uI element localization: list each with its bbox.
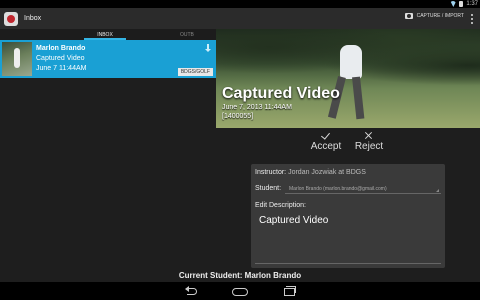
current-student-label: Current Student: Marlon Brando	[178, 271, 302, 280]
list-item-date: June 7 11:44AM	[36, 65, 87, 72]
recents-icon[interactable]	[282, 286, 296, 296]
action-bar: Inbox CAPTURE / IMPORT	[0, 8, 480, 29]
list-item-title: Captured Video	[36, 55, 85, 62]
close-icon	[364, 131, 374, 140]
status-bar: 1:37	[0, 0, 480, 8]
tab-inbox[interactable]: INBOX	[70, 29, 140, 40]
tab-outbox[interactable]: OUTB	[180, 29, 220, 40]
student-select-value: Marlon Brando (marlon.brando@gmail.com)	[289, 185, 387, 192]
student-select[interactable]: Marlon Brando (marlon.brando@gmail.com)	[285, 184, 441, 194]
app-logo-icon[interactable]	[4, 11, 18, 26]
golfer-figure	[327, 35, 368, 125]
check-icon	[321, 131, 331, 139]
video-date: June 7, 2013 11:44AM	[222, 104, 292, 111]
reject-button[interactable]: Reject	[350, 131, 388, 152]
accept-button[interactable]: Accept	[306, 131, 346, 152]
capture-import-label: CAPTURE / IMPORT	[416, 13, 464, 19]
accept-label: Accept	[310, 141, 342, 152]
capture-import-button[interactable]: CAPTURE / IMPORT	[404, 13, 464, 19]
edit-description-label: Edit Description:	[255, 202, 306, 209]
camera-icon	[404, 13, 413, 19]
home-icon[interactable]	[232, 286, 248, 296]
status-time: 1:37	[466, 1, 478, 7]
description-input[interactable]: Captured Video	[255, 212, 441, 264]
navigation-bar	[0, 282, 480, 300]
instructor-label: Instructor:	[255, 169, 287, 176]
video-thumbnail	[2, 42, 32, 76]
inbox-list-item[interactable]: Marlon Brando Captured Video June 7 11:4…	[0, 40, 216, 78]
video-preview[interactable]: Captured Video June 7, 2013 11:44AM [140…	[216, 29, 480, 128]
page-title: Inbox	[24, 15, 42, 22]
video-id: [1400055]	[222, 113, 254, 120]
back-icon[interactable]	[185, 286, 199, 296]
overflow-menu-icon[interactable]	[471, 14, 473, 24]
instructor-value: Jordan Jozwiak at BDGS	[288, 169, 366, 176]
description-value: Captured Video	[259, 215, 329, 226]
screen: 1:37 Inbox CAPTURE / IMPORT INBOX OUTB M…	[0, 0, 480, 300]
details-panel: Instructor: Jordan Jozwiak at BDGS Stude…	[251, 164, 445, 268]
status-icons: 1:37	[450, 0, 478, 8]
student-label: Student:	[255, 185, 282, 192]
tab-bar: INBOX OUTB	[0, 29, 216, 40]
battery-icon	[459, 1, 464, 7]
download-icon	[205, 44, 211, 52]
video-title: Captured Video	[222, 85, 340, 102]
reject-label: Reject	[354, 141, 384, 152]
instructor-row: Instructor: Jordan Jozwiak at BDGS	[255, 169, 366, 176]
list-item-student: Marlon Brando	[36, 45, 86, 52]
wifi-icon	[450, 1, 457, 7]
list-item-tag: BDGS/GOLF	[177, 68, 213, 76]
